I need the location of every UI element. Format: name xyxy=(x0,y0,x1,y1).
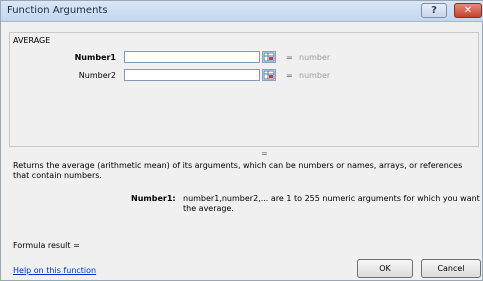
number2-equals: = xyxy=(286,71,293,80)
function-result-equals: = xyxy=(261,149,268,158)
formula-result: Formula result = xyxy=(13,241,80,250)
number2-label: Number2 xyxy=(78,71,116,80)
help-on-function-link[interactable]: Help on this function xyxy=(13,266,96,275)
number2-result: number xyxy=(299,71,331,80)
help-icon: ? xyxy=(431,5,437,16)
argument-help-text: number1,number2,... are 1 to 255 numeric… xyxy=(183,194,480,213)
ok-button[interactable]: OK xyxy=(357,259,413,278)
range-picker-icon xyxy=(263,52,275,62)
function-description: Returns the average (arithmetic mean) of… xyxy=(13,161,463,180)
dialog-title: Function Arguments xyxy=(7,5,108,16)
number1-input[interactable] xyxy=(124,51,260,63)
argument-help-label: Number1: xyxy=(131,194,176,203)
arguments-group xyxy=(9,32,479,147)
number2-range-picker-button[interactable] xyxy=(262,69,276,81)
number1-label: Number1 xyxy=(74,53,116,62)
close-icon: ✕ xyxy=(463,5,473,16)
number1-equals: = xyxy=(286,53,293,62)
cancel-button[interactable]: Cancel xyxy=(421,259,481,278)
title-bar: Function Arguments ? ✕ xyxy=(1,1,483,22)
function-name: AVERAGE xyxy=(13,36,51,45)
number1-range-picker-button[interactable] xyxy=(262,51,276,63)
close-button[interactable]: ✕ xyxy=(454,3,482,18)
function-arguments-dialog: Function Arguments ? ✕ AVERAGE Number1 =… xyxy=(0,0,483,281)
number2-input[interactable] xyxy=(124,69,260,81)
number1-result: number xyxy=(299,53,331,62)
range-picker-icon xyxy=(263,70,275,80)
help-button[interactable]: ? xyxy=(421,3,447,18)
